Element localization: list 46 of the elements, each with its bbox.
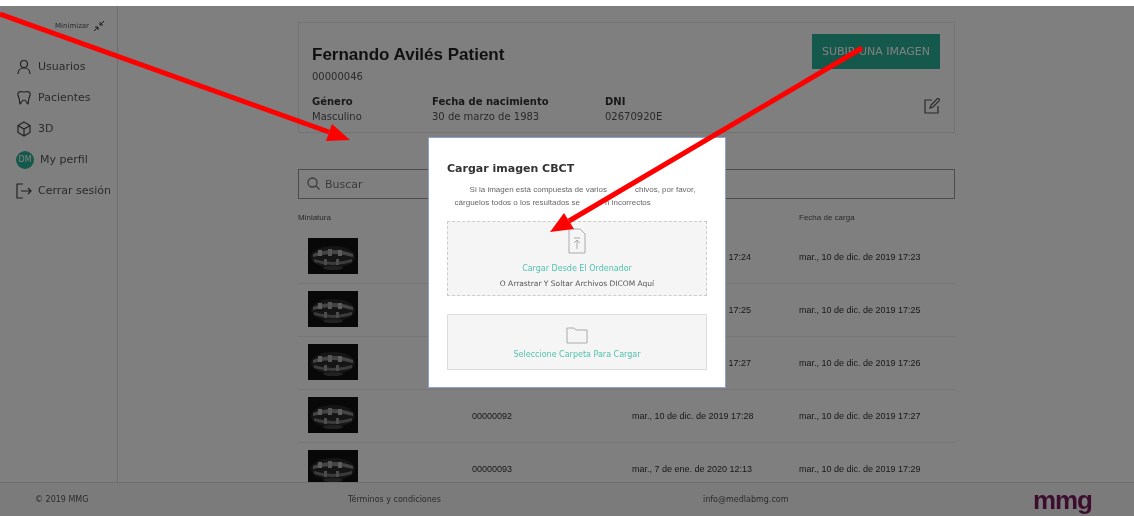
table-cell: mar., 7 de ene. de 2020 12:13: [632, 464, 753, 474]
field-value: 02670920E: [605, 111, 664, 122]
table-cell: 17:24: [728, 252, 751, 262]
folder-icon: [566, 325, 588, 344]
table-cell: 00000093: [472, 464, 513, 474]
field-value: 30 de marzo de 1983: [432, 111, 541, 122]
logo: mmg: [1032, 486, 1092, 513]
sidebar-item[interactable]: DM My perfil: [16, 149, 117, 170]
table-cell: 17:25: [728, 305, 751, 315]
search-icon: [307, 177, 320, 190]
avatar: DM: [16, 150, 34, 169]
cube-icon: [16, 120, 32, 137]
email-link[interactable]: info@medlabmg.com: [703, 495, 1023, 504]
field-value: Masculino: [312, 111, 363, 122]
field-label: Género: [312, 96, 354, 107]
logout-icon: [16, 182, 32, 199]
field-label: Fecha de nacimiento: [432, 96, 550, 107]
table-cell: mar., 10 de dic. de 2019 17:27: [799, 411, 921, 421]
column-header: Miniatura: [298, 213, 332, 224]
user-icon: [16, 58, 32, 75]
patient-id: 00000046: [312, 71, 364, 82]
terms-link[interactable]: Términos y condiciones: [348, 495, 703, 504]
table-cell: 00000092: [472, 411, 513, 421]
tooth-icon: [16, 89, 32, 106]
column-header: Fecha de carga: [799, 213, 856, 224]
table-cell: mar., 10 de dic. de 2019 17:23: [799, 252, 921, 262]
sidebar-item[interactable]: Pacientes: [16, 87, 117, 108]
patient-name: Fernando Avilés Patient: [312, 45, 505, 65]
message-text: cárguelos todos o los resultados se: [454, 197, 580, 209]
copyright-text: © 2019 MMG: [35, 495, 90, 504]
sidebar-item[interactable]: 3D: [16, 118, 117, 139]
message-text: Si la imagen está compuesta de varios: [469, 184, 607, 196]
file-upload-icon: [568, 228, 586, 254]
table-cell: 17:27: [728, 358, 751, 368]
table-cell: mar., 10 de dic. de 2019 17:25: [799, 305, 921, 315]
select-folder-button[interactable]: Seleccione Carpeta Para Cargar: [447, 314, 707, 370]
table-cell: mar., 10 de dic. de 2019 17:28: [632, 411, 754, 421]
field-label: DNI: [605, 96, 627, 107]
table-cell: mar., 10 de dic. de 2019 17:29: [799, 464, 921, 474]
sidebar-item[interactable]: Cerrar sesión: [16, 180, 117, 201]
upload-link[interactable]: Cargar Desde El Ordenador: [522, 264, 632, 273]
message-text: chivos, por favor,: [635, 184, 697, 196]
edit-icon[interactable]: [924, 98, 940, 114]
sidebar-item[interactable]: Usuarios: [16, 56, 117, 77]
minimize-icon[interactable]: [93, 20, 105, 32]
table-cell: mar., 10 de dic. de 2019 17:26: [799, 358, 921, 368]
